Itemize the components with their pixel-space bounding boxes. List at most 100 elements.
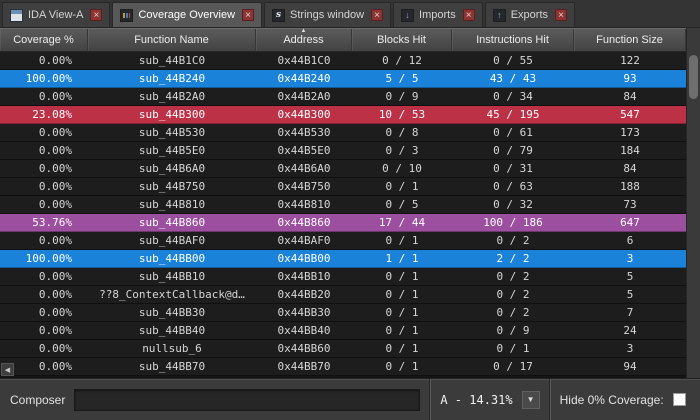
function-name-cell: sub_44B5E0 [138, 144, 206, 157]
function-size-cell: 3 [626, 252, 634, 265]
vertical-scrollbar[interactable] [686, 28, 700, 378]
function-name-cell: sub_44B860 [138, 216, 206, 229]
column-header-function-size[interactable]: Function Size [574, 29, 686, 51]
table-row[interactable]: 0.00% sub_44B6A0 0x44B6A0 0 / 10 0 / 31 84 [0, 160, 686, 178]
coverage-cell: 0.00% [38, 324, 72, 337]
column-header-coverage[interactable]: Coverage % [0, 29, 88, 51]
address-cell: 0x44B5E0 [277, 144, 331, 157]
column-header-function-name[interactable]: Function Name [88, 29, 256, 51]
function-name-cell: sub_44BB10 [138, 270, 206, 283]
tab-strings-window[interactable]: Strings window × [264, 2, 392, 27]
composer-input[interactable] [74, 388, 421, 411]
footer-bar: Composer A - 14.31% ▼ Hide 0% Coverage: [0, 378, 700, 420]
hscroll-left-arrow-icon[interactable]: ◀ [1, 363, 14, 376]
function-name-cell: sub_44BB00 [138, 252, 206, 265]
coverage-cell: 0.00% [38, 270, 72, 283]
table-row[interactable]: 0.00% sub_44BAF0 0x44BAF0 0 / 1 0 / 2 6 [0, 232, 686, 250]
column-header-label: Address [283, 34, 324, 46]
tab-coverage-overview[interactable]: Coverage Overview × [112, 2, 263, 27]
table-row[interactable]: 23.08% sub_44B300 0x44B300 10 / 53 45 / 195 5… [0, 106, 686, 124]
function-name-cell: ??8_ContextCallback@d… [99, 288, 245, 301]
function-size-cell: 24 [623, 324, 637, 337]
address-cell: 0x44B810 [277, 198, 331, 211]
function-name-cell: sub_44B6A0 [138, 162, 206, 175]
table-row[interactable]: 0.00% sub_44BB30 0x44BB30 0 / 1 0 / 2 7 [0, 304, 686, 322]
function-size-cell: 94 [623, 360, 637, 373]
instructions-hit-cell: 0 / 32 [493, 198, 533, 211]
tab-ida-view-a[interactable]: IDA View-A × [2, 2, 111, 27]
table-row[interactable]: 0.00% sub_44B1C0 0x44B1C0 0 / 12 0 / 55 122 [0, 52, 686, 70]
coverage-selector-value: A - 14.31% [440, 392, 513, 407]
function-size-cell: 93 [623, 72, 637, 85]
coverage-dropdown-button[interactable]: ▼ [521, 390, 540, 409]
function-size-cell: 647 [620, 216, 640, 229]
instructions-hit-cell: 0 / 1 [496, 342, 530, 355]
tab-close-icon[interactable]: × [242, 9, 255, 21]
instructions-hit-cell: 0 / 79 [493, 144, 533, 157]
scrollbar-thumb[interactable] [689, 55, 698, 99]
tab-close-icon[interactable]: × [462, 9, 475, 21]
address-cell: 0x44BB20 [277, 288, 331, 301]
tab-label: Coverage Overview [138, 9, 236, 21]
column-header-address[interactable]: ▲ Address [256, 28, 352, 51]
blocks-hit-cell: 0 / 5 [385, 198, 419, 211]
table-row[interactable]: 0.00% sub_44B530 0x44B530 0 / 8 0 / 61 173 [0, 124, 686, 142]
tab-label: Strings window [290, 9, 365, 21]
blocks-hit-cell: 0 / 3 [385, 144, 419, 157]
function-name-cell: sub_44BB30 [138, 306, 206, 319]
instructions-hit-cell: 0 / 17 [493, 360, 533, 373]
blocks-hit-cell: 0 / 1 [385, 342, 419, 355]
function-size-cell: 3 [626, 342, 634, 355]
tab-bar: IDA View-A×Coverage Overview×Strings win… [0, 0, 700, 28]
column-header-instructions-hit[interactable]: Instructions Hit [452, 29, 574, 51]
footer-separator [548, 379, 551, 420]
imports-icon [401, 8, 415, 22]
instructions-hit-cell: 100 / 186 [483, 216, 543, 229]
tab-exports[interactable]: Exports × [484, 2, 575, 27]
function-name-cell: sub_44B810 [138, 198, 206, 211]
instructions-hit-cell: 43 / 43 [489, 72, 537, 85]
hide-zero-checkbox[interactable] [672, 393, 686, 406]
table-row[interactable]: 0.00% sub_44B750 0x44B750 0 / 1 0 / 63 188 [0, 178, 686, 196]
table-row[interactable]: 0.00% ??8_ContextCallback@d… 0x44BB20 0 / 1… [0, 286, 686, 304]
address-cell: 0x44BB40 [277, 324, 331, 337]
column-header-label: Instructions Hit [476, 34, 549, 46]
table-row[interactable]: 0.00% sub_44B5E0 0x44B5E0 0 / 3 0 / 79 184 [0, 142, 686, 160]
coverage-cell: 53.76% [32, 216, 72, 229]
tab-close-icon[interactable]: × [555, 9, 567, 21]
table-row[interactable]: 0.00% sub_44BB70 0x44BB70 0 / 10 / 17 94 [0, 358, 686, 376]
coverage-cell: 0.00% [38, 198, 72, 211]
function-size-cell: 84 [623, 162, 637, 175]
column-header-label: Function Size [596, 34, 663, 46]
table-row[interactable]: 0.00% sub_44BB40 0x44BB40 0 / 1 0 / 9 24 [0, 322, 686, 340]
function-name-cell: sub_44BB40 [138, 324, 206, 337]
tab-imports[interactable]: Imports × [393, 2, 483, 27]
function-name-cell: sub_44B1C0 [138, 54, 206, 67]
coverage-overview-icon [120, 8, 134, 22]
tab-close-icon[interactable]: × [90, 9, 103, 21]
function-size-cell: 122 [620, 54, 640, 67]
address-cell: 0x44B750 [277, 180, 331, 193]
blocks-hit-cell: 0 / 1 [385, 306, 419, 319]
function-size-cell: 173 [620, 126, 640, 139]
column-header-label: Function Name [134, 34, 209, 46]
column-header-blocks-hit[interactable]: Blocks Hit [352, 29, 452, 51]
address-cell: 0x44B6A0 [277, 162, 331, 175]
table-row[interactable]: 53.76% sub_44B860 0x44B860 17 / 44 100 / 186… [0, 214, 686, 232]
address-cell: 0x44B860 [277, 216, 331, 229]
address-cell: 0x44BB70 [277, 360, 331, 373]
coverage-cell: 0.00% [38, 306, 72, 319]
table-row[interactable]: 0.00% sub_44B2A0 0x44B2A0 0 / 9 0 / 34 84 [0, 88, 686, 106]
coverage-cell: 23.08% [32, 108, 72, 121]
address-cell: 0x44BB00 [277, 252, 331, 265]
tab-close-icon[interactable]: × [371, 9, 384, 21]
table-row[interactable]: 0.00% sub_44BB10 0x44BB10 0 / 1 0 / 2 5 [0, 268, 686, 286]
table-row[interactable]: 100.00% sub_44BB00 0x44BB00 1 / 1 2 / 2 3 [0, 250, 686, 268]
table-row[interactable]: 100.00% sub_44B240 0x44B240 5 / 5 43 / 43 93 [0, 70, 686, 88]
table-row[interactable]: 0.00% sub_44B810 0x44B810 0 / 5 0 / 32 73 [0, 196, 686, 214]
instructions-hit-cell: 0 / 55 [493, 54, 533, 67]
function-name-cell: sub_44B300 [138, 108, 206, 121]
blocks-hit-cell: 0 / 1 [385, 360, 419, 373]
table-row[interactable]: 0.00% nullsub_6 0x44BB60 0 / 1 0 / 1 3 [0, 340, 686, 358]
coverage-cell: 0.00% [38, 342, 72, 355]
